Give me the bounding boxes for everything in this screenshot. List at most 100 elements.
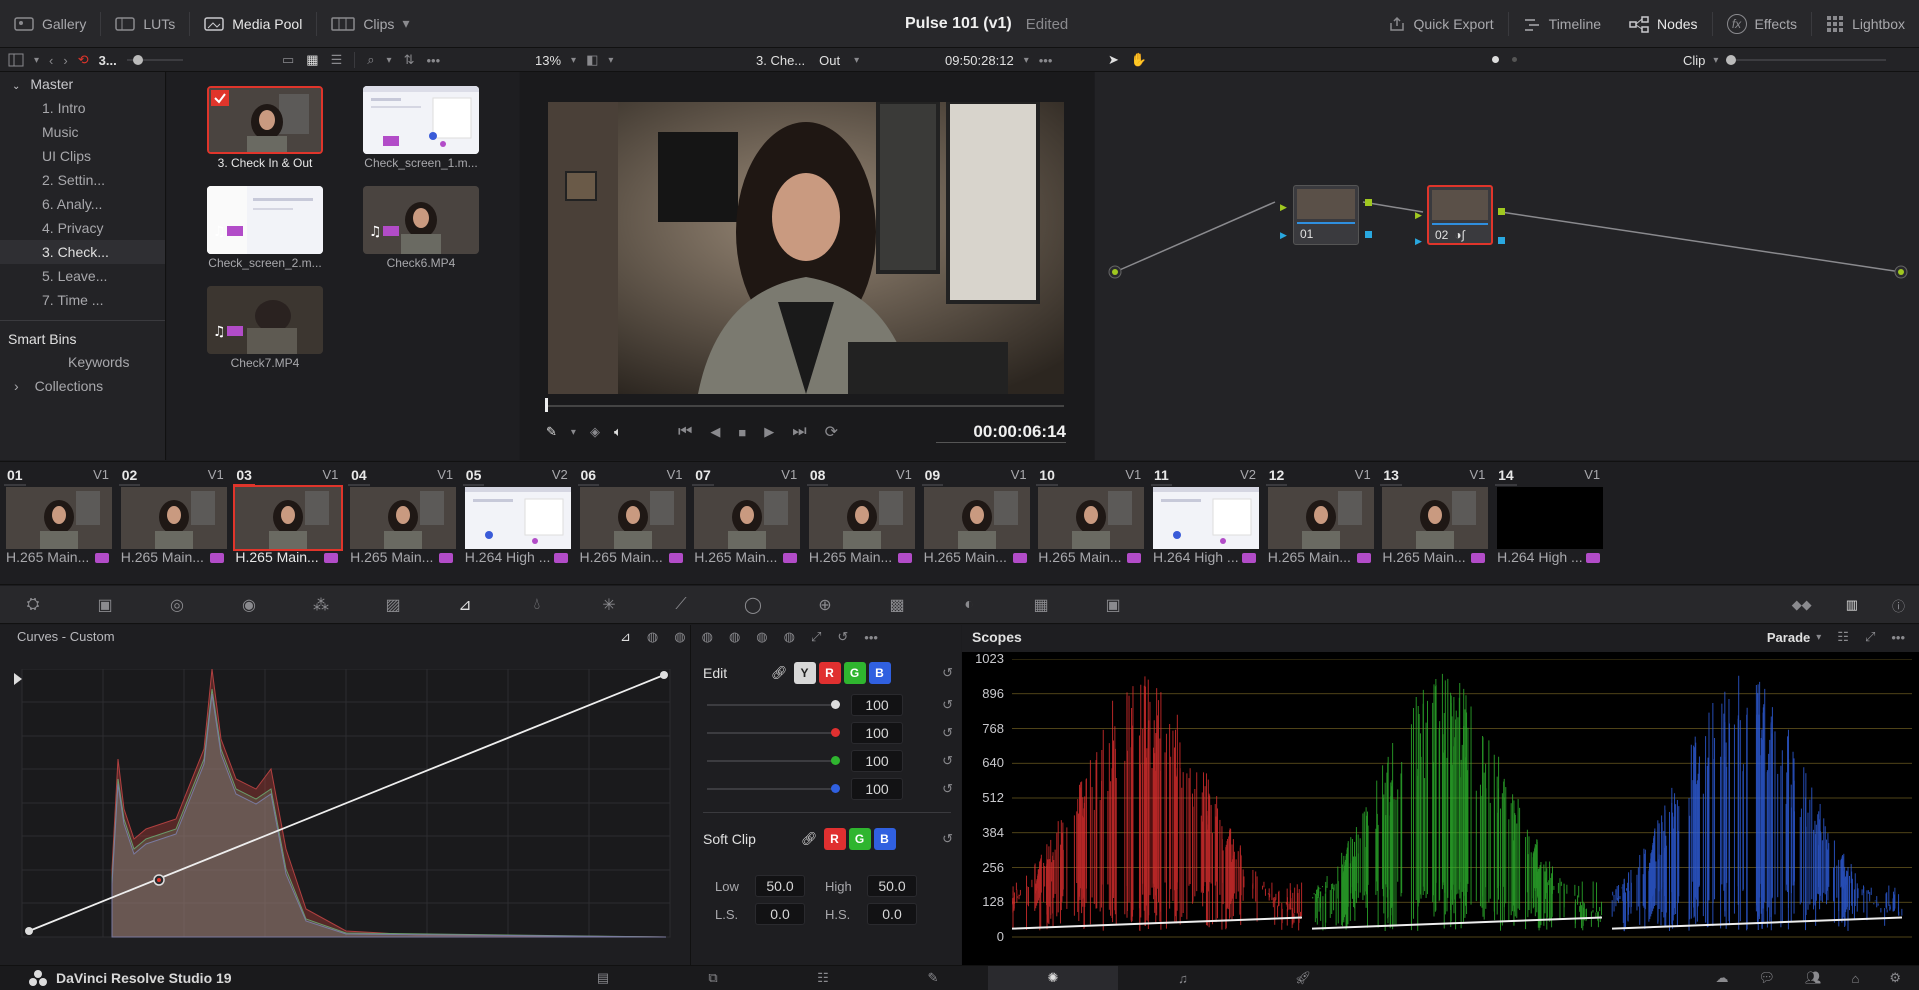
collaboration-icon[interactable]: 👥︎ <box>1805 970 1822 986</box>
more-options-icon[interactable]: ••• <box>1891 630 1905 645</box>
bin-item[interactable]: 2. Settin... <box>0 168 165 192</box>
media-clip-thumb[interactable]: ♫ <box>363 186 479 254</box>
softclip-g-button[interactable]: G <box>848 828 871 850</box>
primaries-icon[interactable]: ◎ <box>158 595 196 615</box>
playhead[interactable] <box>545 398 548 412</box>
intensity-field[interactable]: 100 <box>851 778 903 800</box>
reset-icon[interactable]: ↺ <box>942 753 953 769</box>
settings-icon[interactable]: ⚙ <box>1889 970 1901 986</box>
keyframes-icon[interactable]: ◆◆ <box>1792 597 1812 613</box>
lum-vs-sat-icon[interactable]: ◍ <box>729 629 740 645</box>
timeline-clip[interactable]: 09 V1 H.265 Main... <box>918 462 1033 586</box>
intensity-field[interactable]: 100 <box>851 694 903 716</box>
scope-mode-select[interactable]: Parade <box>1767 630 1810 645</box>
media-page-icon[interactable]: ▤ <box>548 966 658 990</box>
smart-bin-collections[interactable]: › Collections <box>0 374 165 398</box>
nodes-button[interactable]: Nodes <box>1615 0 1711 48</box>
reset-icon[interactable]: ↺ <box>942 665 953 681</box>
volume-icon[interactable]: 🔈︎ <box>614 424 622 440</box>
loop-icon[interactable]: ⟳ <box>825 422 838 442</box>
media-clip-thumb[interactable]: ♫ <box>207 186 323 254</box>
chevron-down-icon[interactable]: ▾ <box>571 427 576 438</box>
cloud-icon[interactable]: ☁ <box>1715 970 1728 986</box>
intensity-slider[interactable] <box>707 728 840 738</box>
scope-settings-icon[interactable]: ☷ <box>1837 629 1849 645</box>
media-clip-thumb[interactable] <box>207 86 323 154</box>
node-input-green[interactable]: ▶ <box>1415 210 1422 221</box>
timeline-clip[interactable]: 04 V1 H.265 Main... <box>344 462 459 586</box>
viewer-zoom[interactable]: 13% <box>535 53 561 68</box>
sizing-icon[interactable]: ▦ <box>1022 595 1060 615</box>
deliver-page-icon[interactable]: 🚀︎ <box>1248 966 1358 990</box>
sidebar-toggle-icon[interactable] <box>8 53 24 67</box>
window-icon[interactable]: ⟋ <box>662 596 700 614</box>
fusion-page-icon[interactable]: ✎ <box>878 966 988 990</box>
color-page-icon[interactable]: ✺ <box>988 966 1118 990</box>
curves-graph[interactable] <box>16 669 671 959</box>
edit-page-icon[interactable]: ☷ <box>768 966 878 990</box>
back-icon[interactable]: ‹ <box>49 53 53 68</box>
intensity-slider[interactable] <box>707 756 840 766</box>
quick-export-button[interactable]: Quick Export <box>1374 0 1508 48</box>
lightbox-button[interactable]: Lightbox <box>1812 0 1919 48</box>
chevron-down-icon[interactable]: ▾ <box>1713 55 1718 66</box>
3d-icon[interactable]: ▣ <box>1094 595 1132 615</box>
timeline-clip[interactable]: 06 V1 H.265 Main... <box>574 462 689 586</box>
bin-item[interactable]: Music <box>0 120 165 144</box>
sort-icon[interactable]: ⇅ <box>404 52 415 68</box>
chevron-down-icon[interactable]: ▾ <box>854 55 859 66</box>
timeline-clip[interactable]: 07 V1 H.265 Main... <box>688 462 803 586</box>
reset-icon[interactable]: ↺ <box>942 697 953 713</box>
channel-y-button[interactable]: Y <box>793 662 816 684</box>
node-output-blue[interactable] <box>1365 231 1372 238</box>
metadata-view-icon[interactable]: ▭ <box>282 52 294 68</box>
more-options-icon[interactable]: ••• <box>864 630 878 645</box>
skip-forward-icon[interactable]: ⏭︎ <box>792 423 806 441</box>
timeline-clip[interactable]: 13 V1 H.265 Main... <box>1376 462 1491 586</box>
node-output-green[interactable] <box>1365 199 1372 206</box>
pointer-icon[interactable]: ➤ <box>1108 52 1119 68</box>
hs-field[interactable]: 0.0 <box>867 903 917 925</box>
ls-field[interactable]: 0.0 <box>755 903 805 925</box>
timeline-button[interactable]: Timeline <box>1509 0 1615 48</box>
skip-back-icon[interactable]: ⏮︎ <box>678 423 692 441</box>
high-field[interactable]: 50.0 <box>867 875 917 897</box>
sat-vs-sat-icon[interactable]: ◍ <box>756 629 767 645</box>
bin-item[interactable]: 6. Analy... <box>0 192 165 216</box>
bin-item[interactable]: 4. Privacy <box>0 216 165 240</box>
timeline-clip[interactable]: 11 V2 H.264 High ... <box>1147 462 1262 586</box>
link-icon[interactable]: ⟲ <box>78 52 89 68</box>
forward-icon[interactable]: › <box>63 53 67 68</box>
list-view-icon[interactable]: ☰ <box>331 52 343 68</box>
intensity-field[interactable]: 100 <box>851 750 903 772</box>
curves-icon[interactable]: ⊿ <box>446 595 484 615</box>
reset-icon[interactable]: ↺ <box>837 629 848 645</box>
node-page-dot-active[interactable] <box>1492 56 1499 63</box>
node-input-blue[interactable]: ▶ <box>1280 230 1287 241</box>
node-zoom-slider[interactable] <box>1726 55 1887 65</box>
stop-icon[interactable]: ■ <box>738 425 746 440</box>
info-icon[interactable]: ⓘ <box>1892 596 1905 615</box>
rgb-mixer-icon[interactable]: ⁂ <box>302 595 340 615</box>
thumbnail-view-icon[interactable]: ▦ <box>306 52 318 68</box>
intensity-slider[interactable] <box>707 784 840 794</box>
chevron-down-icon[interactable]: ▾ <box>608 55 613 66</box>
blur-icon[interactable]: ▩ <box>878 595 916 615</box>
media-clip-thumb[interactable]: ♫ <box>207 286 323 354</box>
more-options-icon[interactable]: ••• <box>1039 53 1053 68</box>
sat-vs-lum-icon[interactable]: ◍ <box>784 629 795 645</box>
clips-button[interactable]: Clips ▾ <box>317 0 423 48</box>
expand-icon[interactable]: ⤢ <box>811 629 821 645</box>
link-icon[interactable]: 🔗︎ <box>771 665 788 681</box>
eyedropper-icon[interactable]: ✎ <box>546 424 557 440</box>
bin-item[interactable]: 5. Leave... <box>0 264 165 288</box>
chevron-down-icon[interactable]: ▾ <box>1816 632 1821 643</box>
channel-r-button[interactable]: R <box>818 662 841 684</box>
key-icon[interactable]: ◐ <box>950 596 988 614</box>
smart-bin-keywords[interactable]: Keywords <box>0 350 165 374</box>
timeline-clip[interactable]: 14 V1 H.264 High ... <box>1491 462 1606 586</box>
reset-icon[interactable]: ↺ <box>942 725 953 741</box>
effects-button[interactable]: fx Effects <box>1713 0 1812 48</box>
tracker-icon[interactable]: ◯ <box>734 595 772 615</box>
softclip-r-button[interactable]: R <box>823 828 846 850</box>
